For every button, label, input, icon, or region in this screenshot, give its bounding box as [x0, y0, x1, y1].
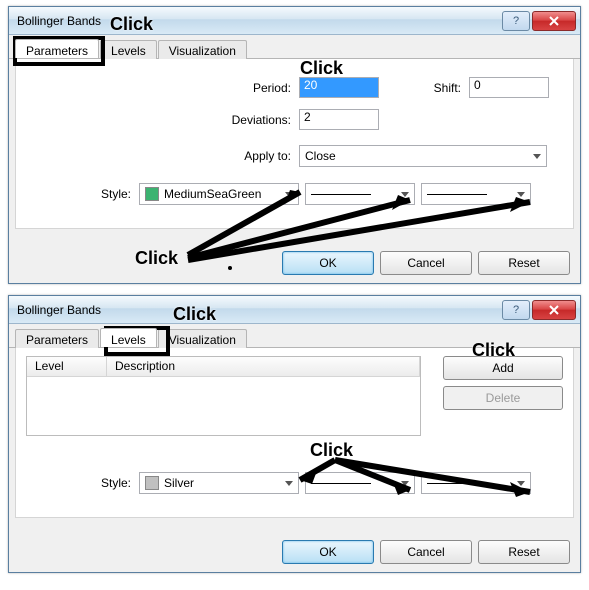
- side-buttons: Add Delete: [443, 356, 563, 410]
- tab-content-parameters: Period: 20 Shift: 0 Deviations: 2 Apply …: [15, 59, 574, 229]
- help-button[interactable]: ?: [502, 11, 530, 31]
- period-label: Period:: [211, 81, 291, 95]
- style-linewidth-select[interactable]: [421, 183, 531, 205]
- style-color-select[interactable]: Silver: [139, 472, 299, 494]
- line-sample-icon: [311, 194, 371, 195]
- tab-parameters[interactable]: Parameters: [15, 39, 99, 58]
- line-width-icon: [427, 483, 487, 484]
- cancel-button[interactable]: Cancel: [380, 251, 472, 275]
- reset-button[interactable]: Reset: [478, 251, 570, 275]
- window-title: Bollinger Bands: [17, 303, 500, 317]
- style-color-name: MediumSeaGreen: [164, 187, 261, 201]
- buttonbar: OK Cancel Reset: [282, 540, 570, 564]
- style-color-select[interactable]: MediumSeaGreen: [139, 183, 299, 205]
- tab-content-levels: Level Description Add Delete Style: Silv…: [15, 348, 574, 518]
- help-button[interactable]: ?: [502, 300, 530, 320]
- deviations-input[interactable]: 2: [299, 109, 379, 130]
- levels-list[interactable]: Level Description: [26, 356, 421, 436]
- dialog-levels: Bollinger Bands ? Parameters Levels Visu…: [8, 295, 581, 573]
- delete-button[interactable]: Delete: [443, 386, 563, 410]
- tab-levels[interactable]: Levels: [100, 328, 157, 347]
- shift-label: Shift:: [411, 81, 461, 95]
- window-title: Bollinger Bands: [17, 14, 500, 28]
- buttonbar: OK Cancel Reset: [282, 251, 570, 275]
- applyto-select[interactable]: Close: [299, 145, 547, 167]
- style-linestyle-select[interactable]: [305, 472, 415, 494]
- period-input[interactable]: 20: [299, 77, 379, 98]
- tab-visualization[interactable]: Visualization: [158, 40, 247, 59]
- add-button[interactable]: Add: [443, 356, 563, 380]
- cancel-button[interactable]: Cancel: [380, 540, 472, 564]
- color-swatch: [145, 476, 159, 490]
- line-width-icon: [427, 194, 487, 195]
- tabstrip: Parameters Levels Visualization: [9, 324, 580, 348]
- close-button[interactable]: [532, 300, 576, 320]
- list-header: Level Description: [27, 357, 420, 377]
- color-swatch: [145, 187, 159, 201]
- shift-input[interactable]: 0: [469, 77, 549, 98]
- col-description[interactable]: Description: [107, 357, 420, 376]
- ok-button[interactable]: OK: [282, 251, 374, 275]
- style-label: Style:: [71, 187, 131, 201]
- applyto-value: Close: [305, 149, 336, 163]
- tabstrip: Parameters Levels Visualization: [9, 35, 580, 59]
- line-sample-icon: [311, 483, 371, 484]
- applyto-label: Apply to:: [211, 149, 291, 163]
- reset-button[interactable]: Reset: [478, 540, 570, 564]
- dialog-parameters: Bollinger Bands ? Parameters Levels Visu…: [8, 6, 581, 284]
- col-level[interactable]: Level: [27, 357, 107, 376]
- style-linestyle-select[interactable]: [305, 183, 415, 205]
- titlebar: Bollinger Bands ?: [9, 296, 580, 324]
- titlebar: Bollinger Bands ?: [9, 7, 580, 35]
- tab-parameters[interactable]: Parameters: [15, 329, 99, 348]
- style-linewidth-select[interactable]: [421, 472, 531, 494]
- tab-visualization[interactable]: Visualization: [158, 329, 247, 348]
- tab-levels[interactable]: Levels: [100, 40, 157, 59]
- deviations-label: Deviations:: [211, 113, 291, 127]
- style-color-name: Silver: [164, 476, 194, 490]
- close-button[interactable]: [532, 11, 576, 31]
- style-label: Style:: [71, 476, 131, 490]
- ok-button[interactable]: OK: [282, 540, 374, 564]
